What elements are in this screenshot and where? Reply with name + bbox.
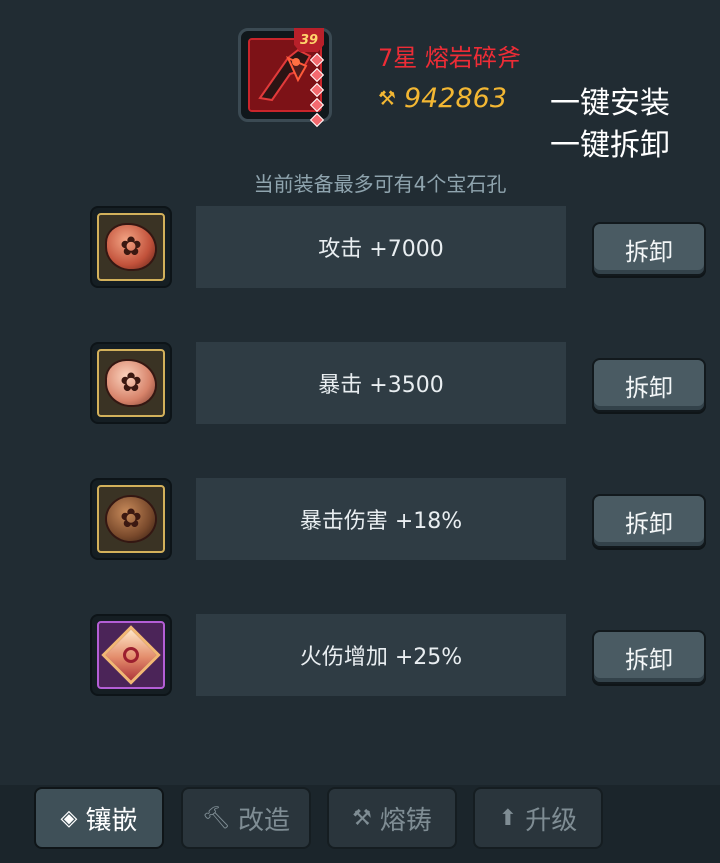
gem-slot[interactable] bbox=[90, 342, 172, 424]
forge-icon: ⚒ bbox=[352, 805, 372, 831]
attack-gem-icon bbox=[97, 213, 165, 281]
crit-gem-icon bbox=[97, 349, 165, 417]
power-icon: ⚒ bbox=[378, 86, 396, 110]
item-name: 7星 熔岩碎斧 bbox=[378, 44, 521, 72]
gem-slot-row: 攻击 +7000 拆卸 bbox=[0, 206, 720, 292]
bottom-tab-bar: ◈ 镶嵌 🔨︎ 改造 ⚒ 熔铸 ⬆ 升级 bbox=[0, 785, 720, 863]
gem-stat: 暴击 +3500 bbox=[196, 342, 566, 424]
crit-damage-gem-icon bbox=[97, 485, 165, 553]
gem-slot-hint: 当前装备最多可有4个宝石孔 bbox=[253, 172, 507, 196]
combat-power-value: 942863 bbox=[403, 82, 508, 114]
gem-slot[interactable] bbox=[90, 614, 172, 696]
gem-slot-row: 暴击 +3500 拆卸 bbox=[0, 342, 720, 428]
gem-slot[interactable] bbox=[90, 478, 172, 560]
remove-gem-button[interactable]: 拆卸 bbox=[592, 358, 706, 412]
gem-inlay-icon: ◈ bbox=[60, 805, 78, 831]
gem-slot-row: 火伤增加 +25% 拆卸 bbox=[0, 614, 720, 700]
item-level-badge: 39 bbox=[294, 28, 324, 52]
fire-damage-gem-icon bbox=[97, 621, 165, 689]
gem-stat: 暴击伤害 +18% bbox=[196, 478, 566, 560]
hammer-icon: 🔨︎ bbox=[202, 805, 230, 831]
gem-slot-row: 暴击伤害 +18% 拆卸 bbox=[0, 478, 720, 564]
tab-inlay[interactable]: ◈ 镶嵌 bbox=[34, 787, 164, 849]
tab-label: 改造 bbox=[237, 805, 290, 836]
gem-slot[interactable] bbox=[90, 206, 172, 288]
upgrade-arrow-icon: ⬆ bbox=[498, 805, 518, 831]
tab-modify[interactable]: 🔨︎ 改造 bbox=[181, 787, 311, 849]
combat-power: ⚒ 942863 bbox=[378, 82, 507, 114]
remove-gem-button[interactable]: 拆卸 bbox=[592, 494, 706, 548]
remove-gem-button[interactable]: 拆卸 bbox=[592, 630, 706, 684]
tab-upgrade[interactable]: ⬆ 升级 bbox=[473, 787, 603, 849]
tab-label: 熔铸 bbox=[379, 805, 432, 836]
remove-gem-button[interactable]: 拆卸 bbox=[592, 222, 706, 276]
tab-label: 镶嵌 bbox=[85, 805, 138, 836]
tab-label: 升级 bbox=[525, 805, 578, 836]
gem-stat: 攻击 +7000 bbox=[196, 206, 566, 288]
gem-stat: 火伤增加 +25% bbox=[196, 614, 566, 696]
install-all-button[interactable]: 一键安装 bbox=[550, 78, 670, 122]
tab-forge[interactable]: ⚒ 熔铸 bbox=[327, 787, 457, 849]
star-rank-diamonds bbox=[309, 52, 325, 130]
remove-all-button[interactable]: 一键拆卸 bbox=[550, 120, 670, 164]
